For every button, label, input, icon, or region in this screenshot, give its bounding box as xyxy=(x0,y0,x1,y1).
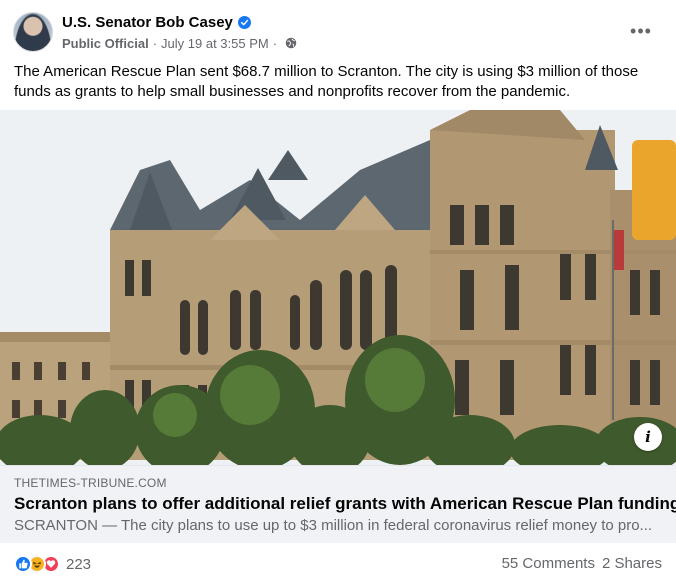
meta-separator-2: · xyxy=(272,35,278,51)
engagement-stats: 55 Comments 2 Shares xyxy=(502,555,662,572)
reaction-summary[interactable]: 223 xyxy=(14,554,91,574)
link-domain: THETIMES-TRIBUNE.COM xyxy=(14,476,167,490)
post-meta: Public Official · July 19 at 3:55 PM · xyxy=(62,35,297,51)
link-description: SCRANTON — The city plans to use up to $… xyxy=(14,517,653,534)
author-avatar[interactable] xyxy=(13,12,53,52)
comments-count-link[interactable]: 55 Comments xyxy=(502,555,595,572)
globe-icon[interactable] xyxy=(285,37,297,49)
more-options-button[interactable]: ••• xyxy=(626,19,656,43)
info-icon: i xyxy=(645,428,651,446)
reaction-count: 223 xyxy=(66,555,92,573)
post-footer: 223 55 Comments 2 Shares xyxy=(0,543,676,583)
info-button[interactable]: i xyxy=(634,423,662,451)
post-header: U.S. Senator Bob Casey Public Official ·… xyxy=(0,0,676,58)
post-timestamp[interactable]: July 19 at 3:55 PM xyxy=(161,36,269,51)
shares-count-link[interactable]: 2 Shares xyxy=(602,555,662,572)
author-name-row: U.S. Senator Bob Casey xyxy=(62,13,251,31)
link-preview-image[interactable]: i xyxy=(0,110,676,465)
building-photo xyxy=(0,110,676,465)
link-title: Scranton plans to offer additional relie… xyxy=(14,494,676,513)
link-preview-card[interactable]: THETIMES-TRIBUNE.COM Scranton plans to o… xyxy=(0,465,676,543)
author-name[interactable]: U.S. Senator Bob Casey xyxy=(62,14,233,31)
post-message: The American Rescue Plan sent $68.7 mill… xyxy=(14,63,639,100)
like-icon xyxy=(14,555,32,573)
facebook-post: U.S. Senator Bob Casey Public Official ·… xyxy=(0,0,676,583)
verified-badge-icon xyxy=(237,15,251,29)
author-role: Public Official xyxy=(62,35,149,51)
meta-separator: · xyxy=(152,35,158,51)
